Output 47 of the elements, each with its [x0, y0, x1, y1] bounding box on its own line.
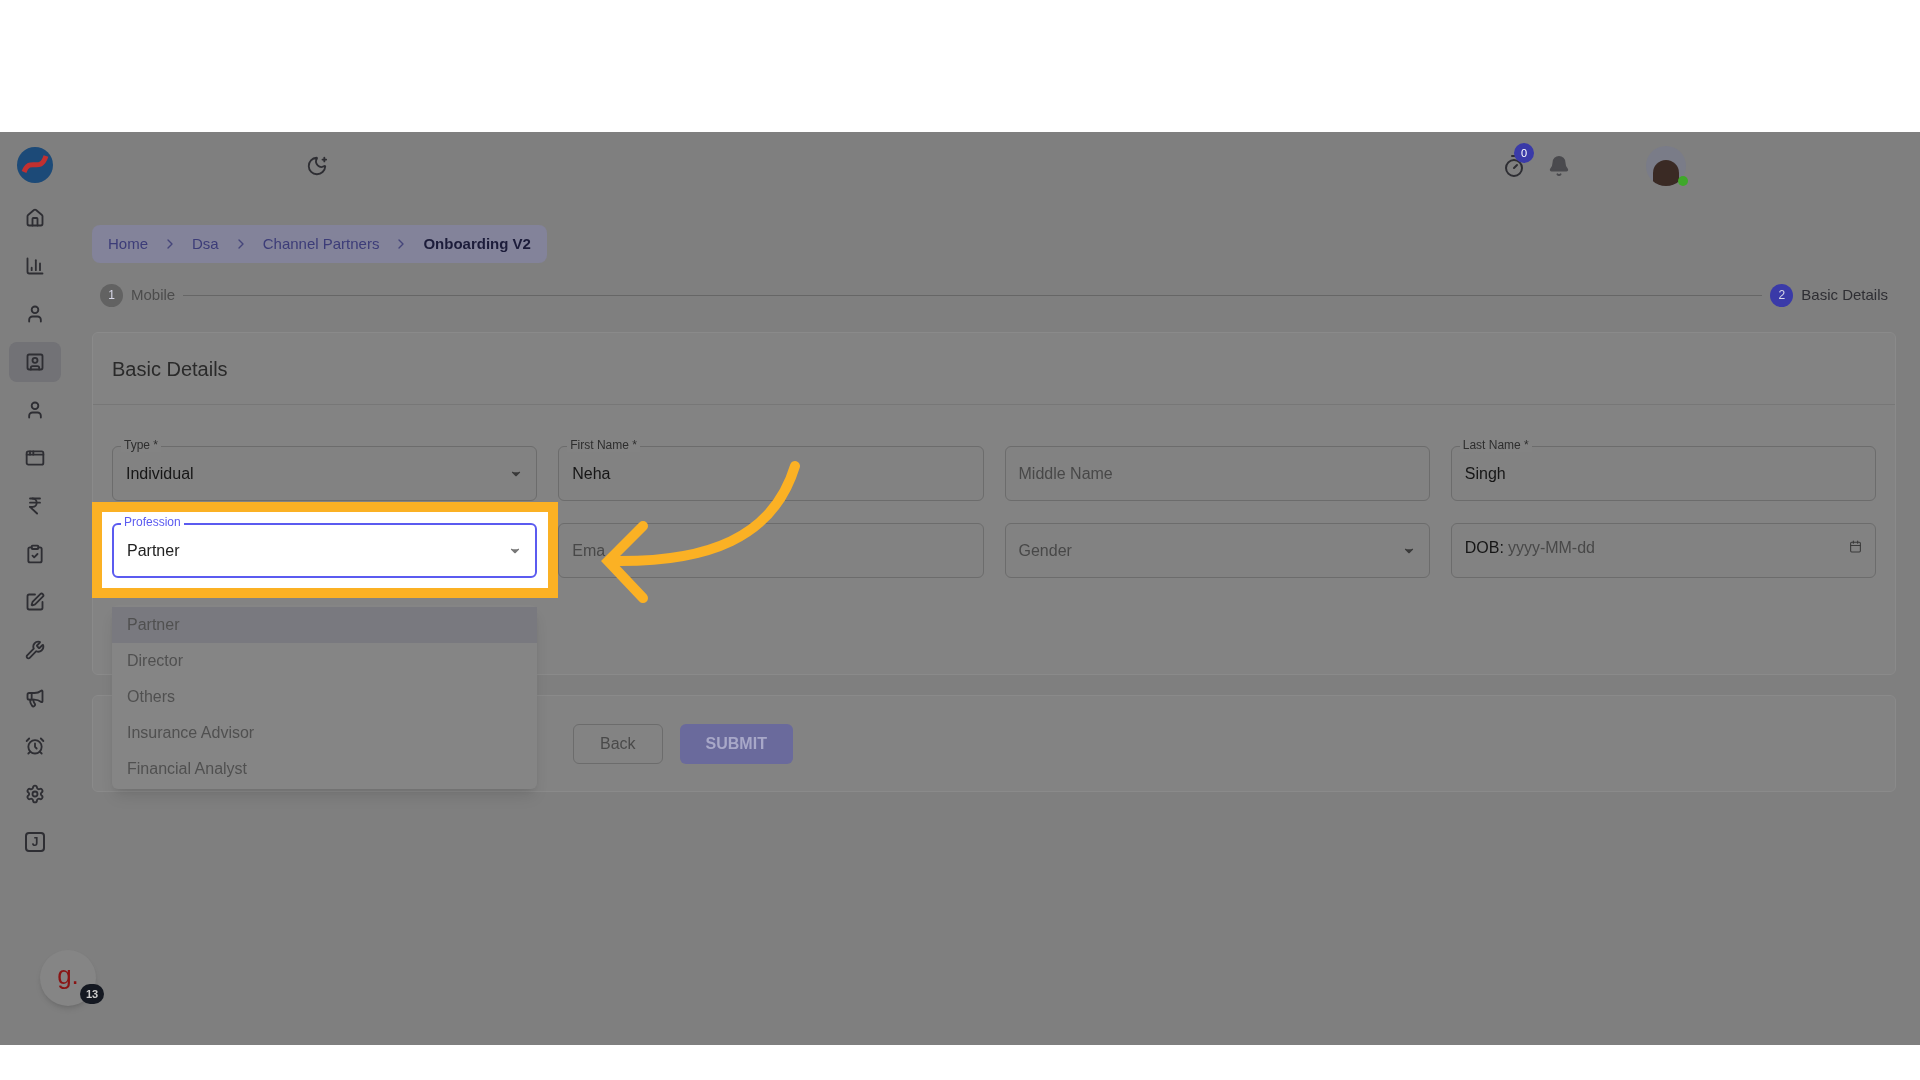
- widget-logo: g.: [57, 962, 79, 988]
- step-label: Basic Details: [1801, 284, 1888, 305]
- field-placeholder: yyyy-MM-dd: [1507, 538, 1595, 558]
- field-value: Partner: [127, 540, 180, 561]
- submit-button[interactable]: SUBMIT: [679, 723, 793, 764]
- field-label: Last Name *: [1459, 438, 1532, 452]
- breadcrumb-link[interactable]: Home: [108, 232, 148, 256]
- field-label: First Name *: [567, 438, 640, 452]
- step-number: 2: [1770, 283, 1794, 307]
- back-button[interactable]: Back: [573, 723, 663, 764]
- user-icon: [25, 400, 45, 420]
- settings-icon: [25, 784, 45, 804]
- select-field[interactable]: Gender: [1004, 523, 1430, 578]
- field-value: Neha: [572, 463, 611, 484]
- sidebar-item[interactable]: J: [9, 822, 61, 862]
- field-value: Singh: [1464, 463, 1506, 484]
- field-label: DOB:: [1464, 538, 1504, 558]
- breadcrumb-link[interactable]: Dsa: [192, 232, 219, 256]
- notification-bell-icon[interactable]: [1548, 155, 1570, 177]
- breadcrumb-current: Onboarding V2: [423, 233, 531, 254]
- edit-icon: [25, 592, 45, 612]
- input-field[interactable]: Middle Name: [1004, 446, 1430, 501]
- user-icon: [25, 304, 45, 324]
- field-label: Profession: [121, 515, 184, 529]
- dark-mode-toggle-icon[interactable]: [306, 155, 328, 177]
- wrench-icon: [25, 640, 45, 660]
- field-label: Type *: [121, 438, 162, 452]
- field-placeholder: Gender: [1018, 540, 1072, 561]
- field-placeholder: Ema: [572, 540, 606, 561]
- step-number: 1: [100, 283, 123, 307]
- calendar-icon: [1849, 540, 1862, 553]
- alarm-icon: [25, 736, 45, 756]
- clipboard-check-icon: [25, 544, 45, 564]
- field-placeholder: Middle Name: [1018, 463, 1113, 484]
- field-value: Individual: [126, 463, 194, 484]
- breadcrumb-link[interactable]: Channel Partners: [262, 232, 380, 256]
- id-badge-icon: [25, 352, 45, 372]
- avatar[interactable]: [1646, 146, 1686, 186]
- input-field[interactable]: Ema: [558, 523, 984, 578]
- home-icon: [25, 208, 45, 228]
- chart-icon: [25, 256, 45, 276]
- count-badge: 0: [1514, 143, 1534, 163]
- megaphone-icon: [25, 688, 45, 708]
- card-title: Basic Details: [112, 356, 228, 382]
- sidebar-item[interactable]: [9, 342, 61, 382]
- date-field[interactable]: DOB: yyyy-MM-dd: [1450, 523, 1876, 578]
- logo-icon: [16, 146, 54, 184]
